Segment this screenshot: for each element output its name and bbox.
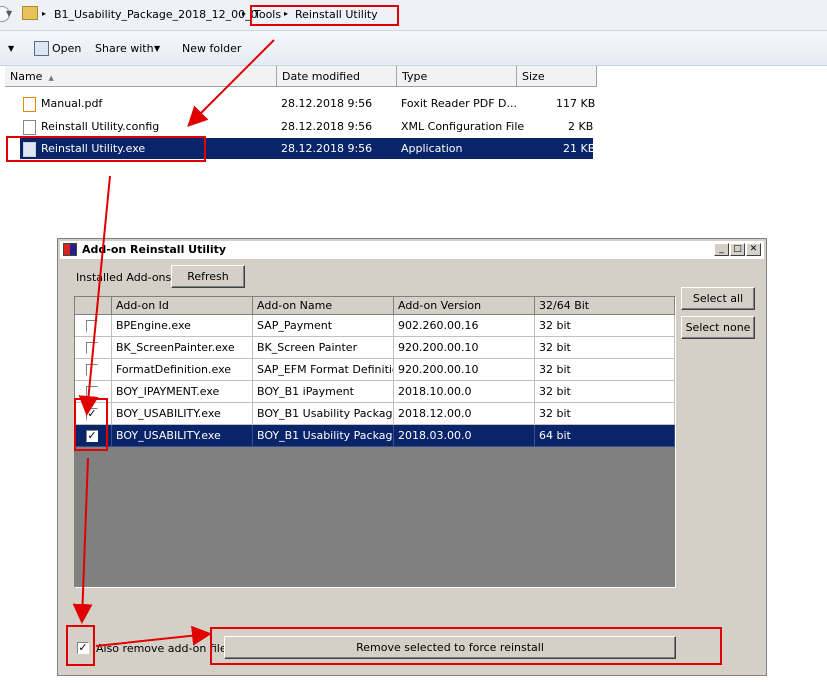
annotation-arrows — [72, 39, 275, 647]
